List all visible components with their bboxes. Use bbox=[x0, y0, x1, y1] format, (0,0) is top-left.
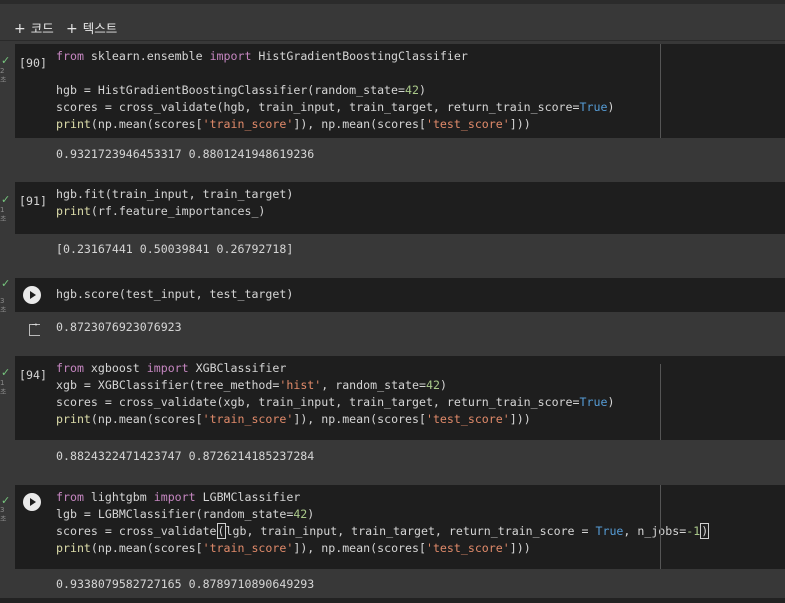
cell-input[interactable]: from lightgbm import LGBMClassifier lgb … bbox=[15, 485, 785, 569]
cell-output: 0.9321723946453317 0.8801241948619236 bbox=[15, 138, 785, 181]
add-text-button[interactable]: + 텍스트 bbox=[66, 18, 117, 37]
cell-duration: 1초 bbox=[0, 379, 7, 396]
notebook-toolbar: + 코드 + 텍스트 bbox=[0, 4, 785, 41]
cell-input[interactable]: hgb.score(test_input, test_target) bbox=[15, 278, 785, 312]
check-icon: ✓ bbox=[1, 193, 11, 206]
output-actions-icon[interactable] bbox=[29, 320, 40, 336]
execution-count: [94] bbox=[19, 368, 47, 382]
cell-duration: 3초 bbox=[0, 506, 7, 523]
code-editor[interactable]: hgb.fit(train_input, train_target) print… bbox=[56, 186, 293, 220]
line-length-ruler bbox=[660, 364, 661, 440]
execution-count: [90] bbox=[19, 56, 47, 70]
add-code-button[interactable]: + 코드 bbox=[14, 18, 54, 37]
code-editor[interactable]: from sklearn.ensemble import HistGradien… bbox=[56, 48, 614, 133]
run-cell-button[interactable] bbox=[23, 493, 41, 511]
line-length-ruler bbox=[660, 44, 661, 138]
code-editor[interactable]: from xgboost import XGBClassifier xgb = … bbox=[56, 360, 614, 428]
cell-input[interactable]: [91] hgb.fit(train_input, train_target) … bbox=[15, 182, 785, 234]
status-bar bbox=[0, 598, 785, 603]
check-icon: ✓ bbox=[1, 54, 11, 67]
cell-output: 0.8723076923076923 bbox=[15, 312, 785, 350]
code-editor[interactable]: from lightgbm import LGBMClassifier lgb … bbox=[56, 489, 710, 557]
code-editor[interactable]: hgb.score(test_input, test_target) bbox=[56, 286, 293, 303]
check-icon: ✓ bbox=[1, 366, 11, 379]
output-text: [0.23167441 0.50039841 0.26792718] bbox=[56, 242, 294, 256]
cell-duration: 2초 bbox=[0, 67, 7, 84]
cell-output: 0.8824322471423747 0.8726214185237284 bbox=[15, 440, 785, 484]
output-text: 0.9321723946453317 0.8801241948619236 bbox=[56, 147, 315, 161]
cell-output: 0.9338079582727165 0.8789710890649293 bbox=[15, 569, 785, 599]
add-code-label: 코드 bbox=[30, 21, 54, 36]
check-icon: ✓ bbox=[1, 277, 11, 290]
output-text: 0.8723076923076923 bbox=[56, 320, 182, 334]
output-text: 0.9338079582727165 0.8789710890649293 bbox=[56, 577, 315, 591]
line-length-ruler bbox=[660, 485, 661, 569]
cell-duration: 3초 bbox=[0, 297, 7, 314]
plus-icon: + bbox=[14, 21, 26, 37]
run-cell-button[interactable] bbox=[23, 286, 41, 304]
cell-input[interactable]: [94] from xgboost import XGBClassifier x… bbox=[15, 356, 785, 440]
cell-duration: 1초 bbox=[0, 206, 7, 223]
plus-icon: + bbox=[66, 21, 78, 37]
cell-input[interactable]: [90] from sklearn.ensemble import HistGr… bbox=[15, 44, 785, 138]
execution-count: [91] bbox=[19, 194, 47, 208]
output-text: 0.8824322471423747 0.8726214185237284 bbox=[56, 449, 315, 463]
notebook-area: ✓ 2초 [90] from sklearn.ensemble import H… bbox=[0, 41, 785, 603]
cell-output: [0.23167441 0.50039841 0.26792718] bbox=[15, 234, 785, 274]
add-text-label: 텍스트 bbox=[82, 21, 118, 36]
